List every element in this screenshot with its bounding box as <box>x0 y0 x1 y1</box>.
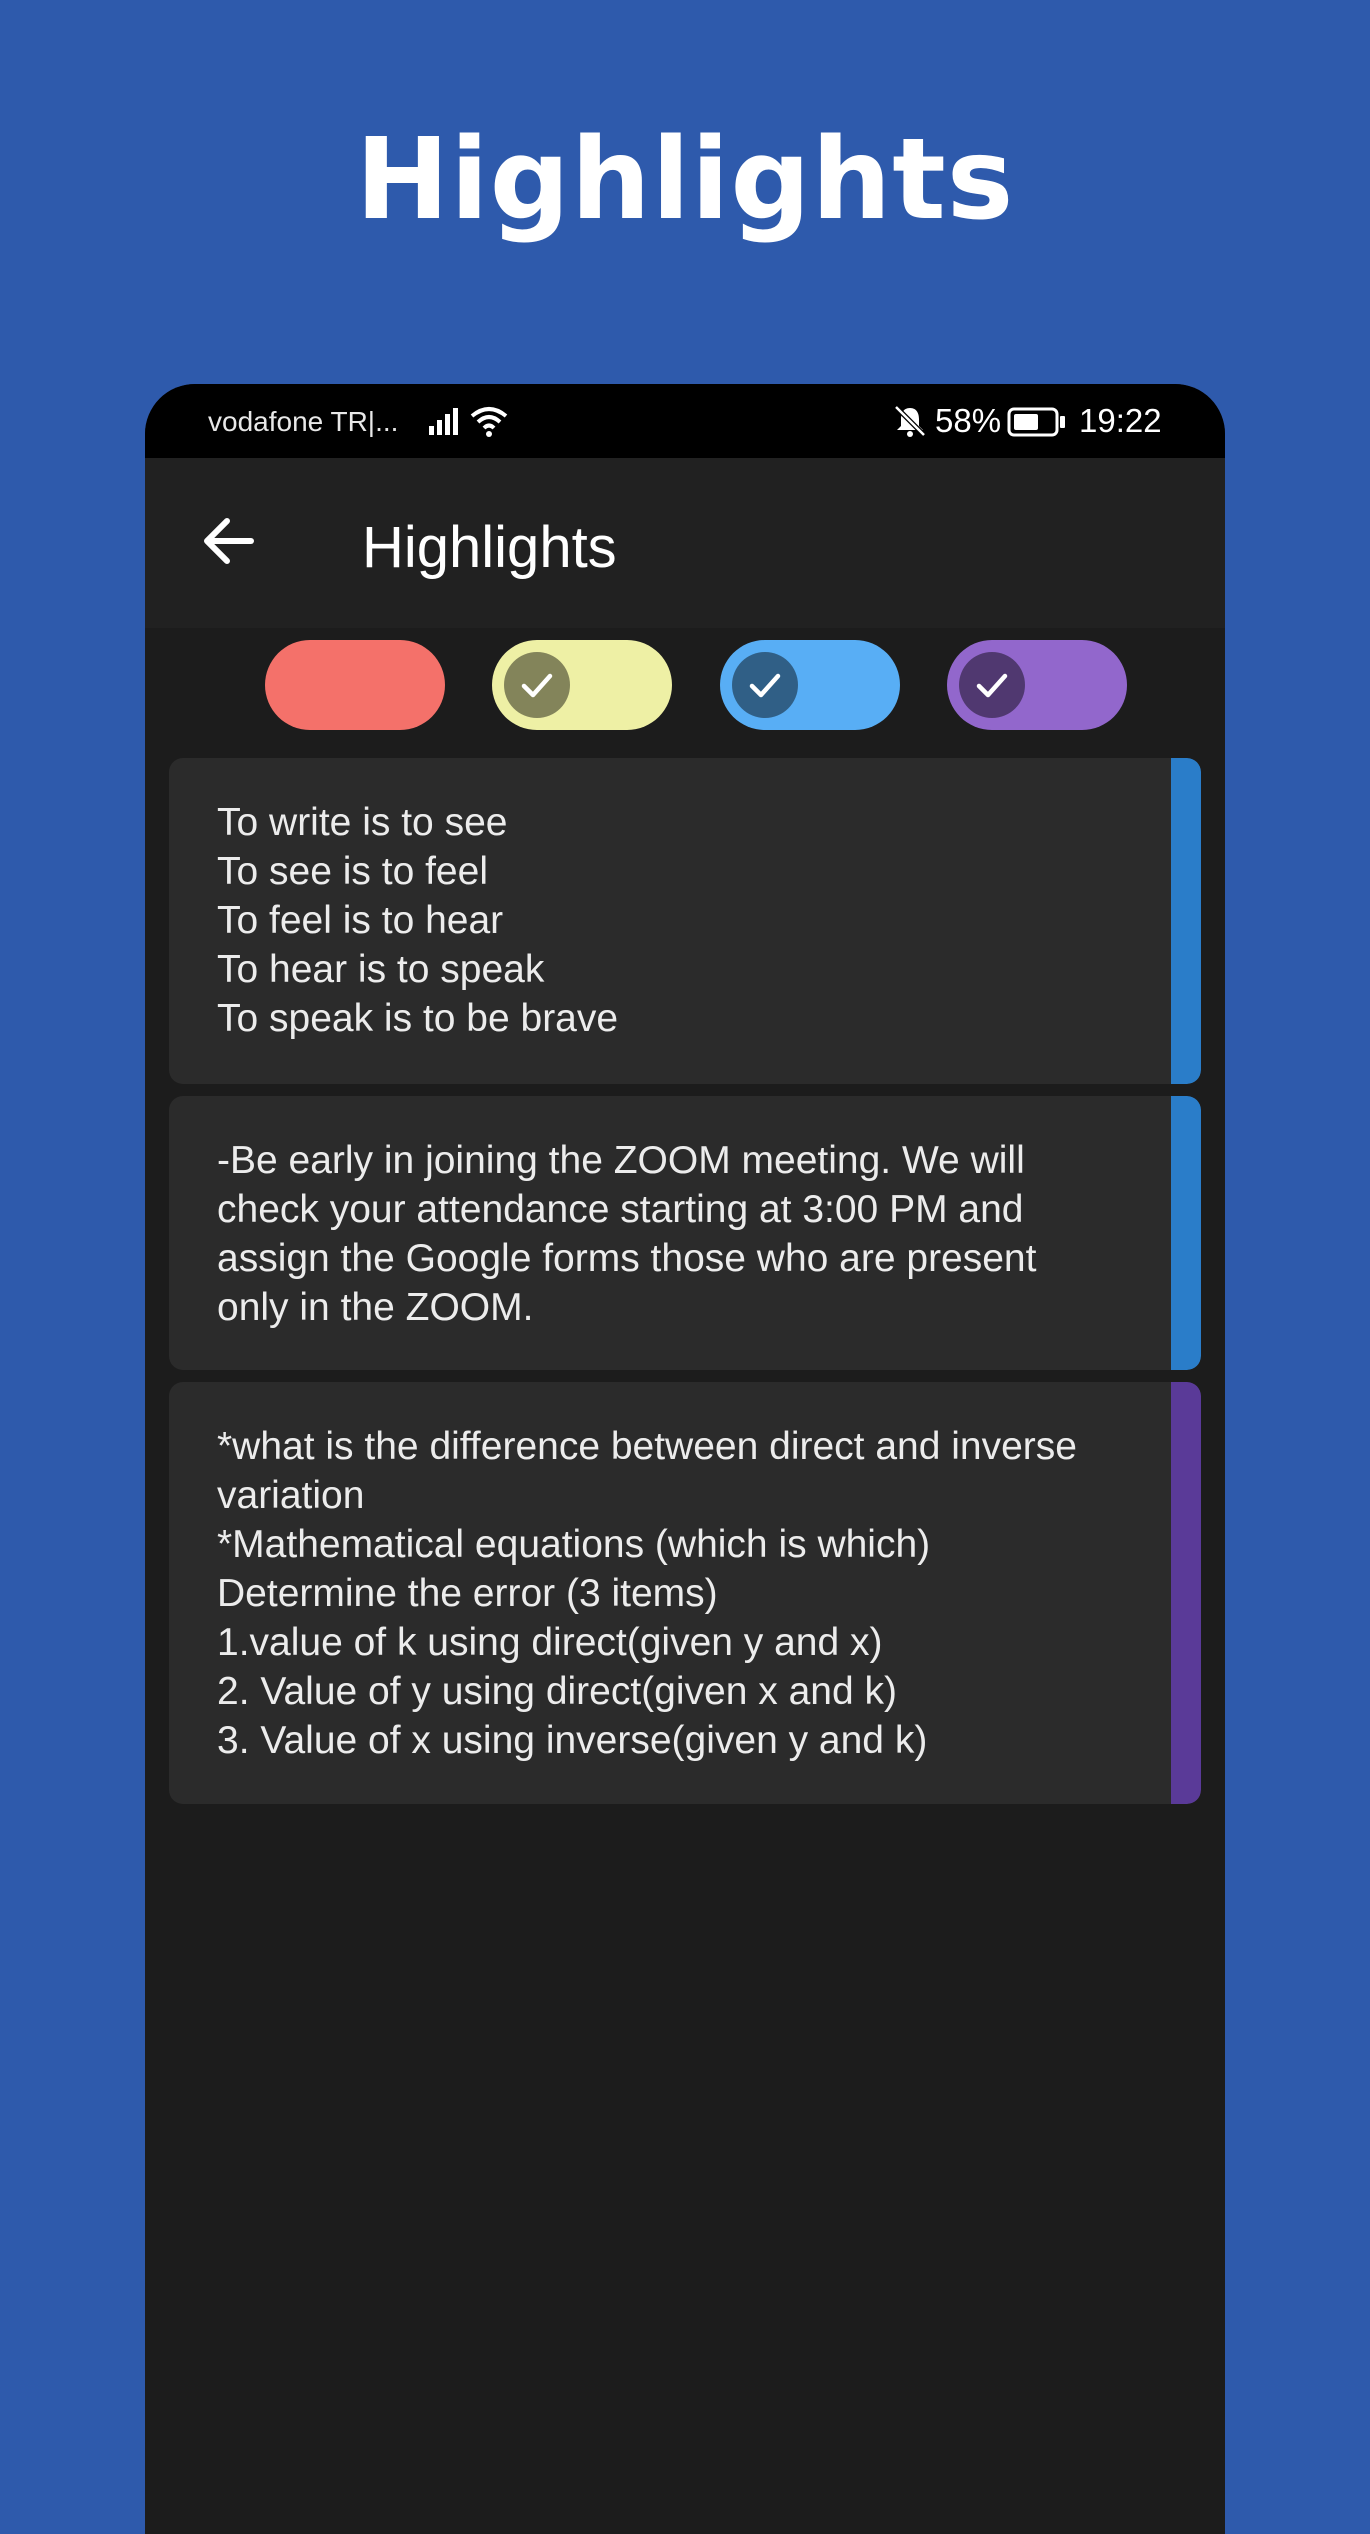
check-icon <box>976 673 1008 698</box>
status-bar: vodafone TR|... 58% 19:22 <box>145 384 1225 458</box>
battery-percent: 58% <box>935 402 1002 439</box>
check-icon <box>749 673 781 698</box>
filter-chip-red[interactable] <box>265 640 445 730</box>
check-toggle <box>504 652 570 718</box>
filter-chip-purple[interactable] <box>947 640 1127 730</box>
carrier-label: vodafone TR|... <box>208 406 399 437</box>
wifi-icon <box>470 407 508 437</box>
highlight-text: To write is to see To see is to feel To … <box>217 801 619 1040</box>
highlight-card[interactable]: To write is to see To see is to feel To … <box>169 758 1201 1084</box>
highlight-color-bar <box>1171 1382 1201 1804</box>
check-icon <box>521 673 553 698</box>
back-button[interactable] <box>193 506 263 576</box>
highlight-color-bar <box>1171 758 1201 1084</box>
highlight-color-bar <box>1171 1096 1201 1370</box>
clock: 19:22 <box>1079 402 1162 439</box>
filter-chip-yellow[interactable] <box>492 640 672 730</box>
filter-chip-blue[interactable] <box>720 640 900 730</box>
page-title: Highlights <box>362 515 617 580</box>
highlight-text: *what is the difference between direct a… <box>217 1425 1077 1762</box>
promo-title: Highlights <box>355 115 1015 245</box>
signal-icon <box>429 408 458 435</box>
arrow-left-icon <box>204 518 254 564</box>
bell-off-icon <box>894 405 926 437</box>
highlight-card[interactable]: -Be early in joining the ZOOM meeting. W… <box>169 1096 1201 1370</box>
battery-icon <box>1007 407 1065 437</box>
color-filter-row <box>145 640 1225 730</box>
check-toggle <box>732 652 798 718</box>
phone-screen: vodafone TR|... 58% 19:22 Highlights To … <box>145 384 1225 2534</box>
check-toggle <box>959 652 1025 718</box>
highlight-card[interactable]: *what is the difference between direct a… <box>169 1382 1201 1804</box>
app-bar: Highlights <box>145 458 1225 628</box>
highlight-text: -Be early in joining the ZOOM meeting. W… <box>217 1139 1037 1329</box>
